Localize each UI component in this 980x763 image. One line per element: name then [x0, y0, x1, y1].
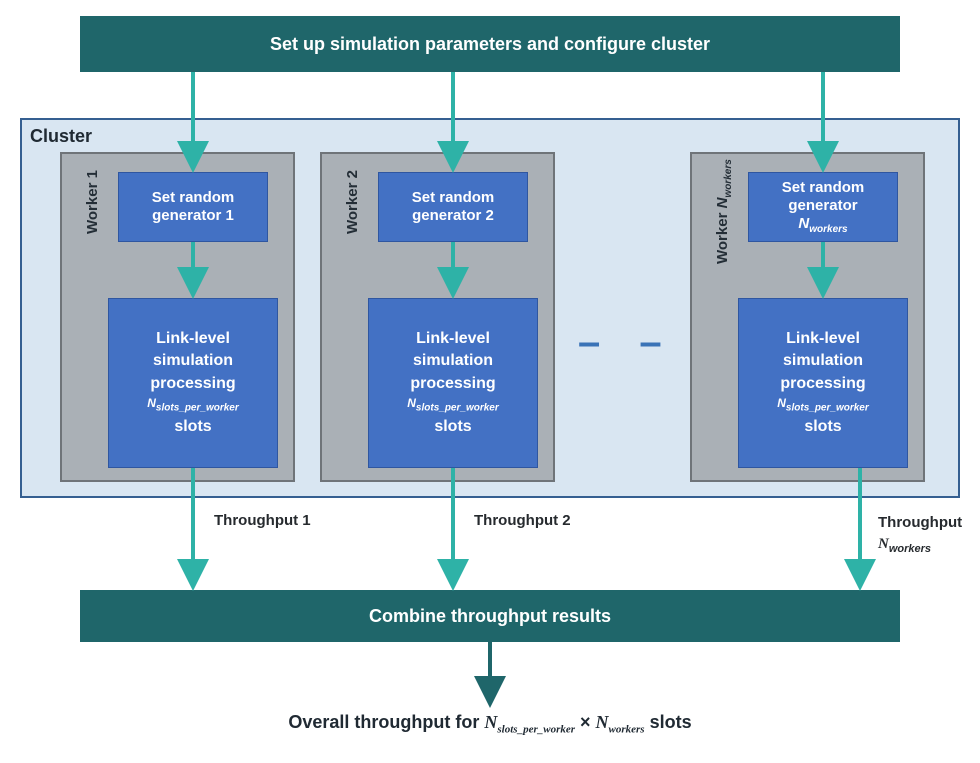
- w2-gen-l2: generator 2: [412, 207, 494, 224]
- setup-bar: Set up simulation parameters and configu…: [80, 16, 900, 72]
- wN-proc-l2: simulation: [783, 352, 863, 369]
- w1-gen-l1: Set random: [152, 189, 235, 206]
- worker-2-label: Worker 2: [344, 170, 361, 234]
- w1-proc-math: Nslots_per_worker: [147, 395, 239, 415]
- w1-gen-l2: generator 1: [152, 207, 234, 224]
- combine-bar: Combine throughput results: [80, 590, 900, 642]
- throughput-1-label: Throughput 1: [214, 512, 311, 529]
- worker-2-generator: Set random generator 2: [378, 172, 528, 242]
- cluster-label: Cluster: [30, 126, 92, 147]
- w1-proc-l2: simulation: [153, 352, 233, 369]
- throughput-n-label: Throughput Nworkers: [878, 512, 978, 557]
- worker-1-processing: Link-level simulation processing Nslots_…: [108, 298, 278, 468]
- worker-1-generator: Set random generator 1: [118, 172, 268, 242]
- w1-proc-l1: Link-level: [156, 330, 230, 347]
- throughput-2-label: Throughput 2: [474, 512, 571, 529]
- overall-throughput-text: Overall throughput for Nslots_per_worker…: [0, 712, 980, 736]
- w2-proc-l5: slots: [434, 418, 471, 435]
- w2-proc-l1: Link-level: [416, 330, 490, 347]
- wN-gen-l1: Set random: [782, 179, 865, 196]
- wN-gen-l2: generator: [788, 197, 857, 214]
- worker-2-processing: Link-level simulation processing Nslots_…: [368, 298, 538, 468]
- w2-proc-math: Nslots_per_worker: [407, 395, 499, 415]
- w2-proc-l3: processing: [410, 375, 495, 392]
- wN-proc-l1: Link-level: [786, 330, 860, 347]
- wN-proc-math: Nslots_per_worker: [777, 395, 869, 415]
- worker-n-processing: Link-level simulation processing Nslots_…: [738, 298, 908, 468]
- combine-bar-label: Combine throughput results: [369, 606, 611, 627]
- wN-proc-l5: slots: [804, 418, 841, 435]
- w2-proc-l2: simulation: [413, 352, 493, 369]
- w2-gen-l1: Set random: [412, 189, 495, 206]
- worker-n-generator: Set random generator Nworkers: [748, 172, 898, 242]
- diagram-root: { "top": { "title": "Set up simulation p…: [0, 0, 980, 763]
- worker-1-label: Worker 1: [84, 170, 101, 234]
- wN-proc-l3: processing: [780, 375, 865, 392]
- w1-proc-l5: slots: [174, 418, 211, 435]
- w1-proc-l3: processing: [150, 375, 235, 392]
- worker-n-label: Worker Nworkers: [714, 159, 734, 264]
- setup-bar-label: Set up simulation parameters and configu…: [270, 34, 710, 55]
